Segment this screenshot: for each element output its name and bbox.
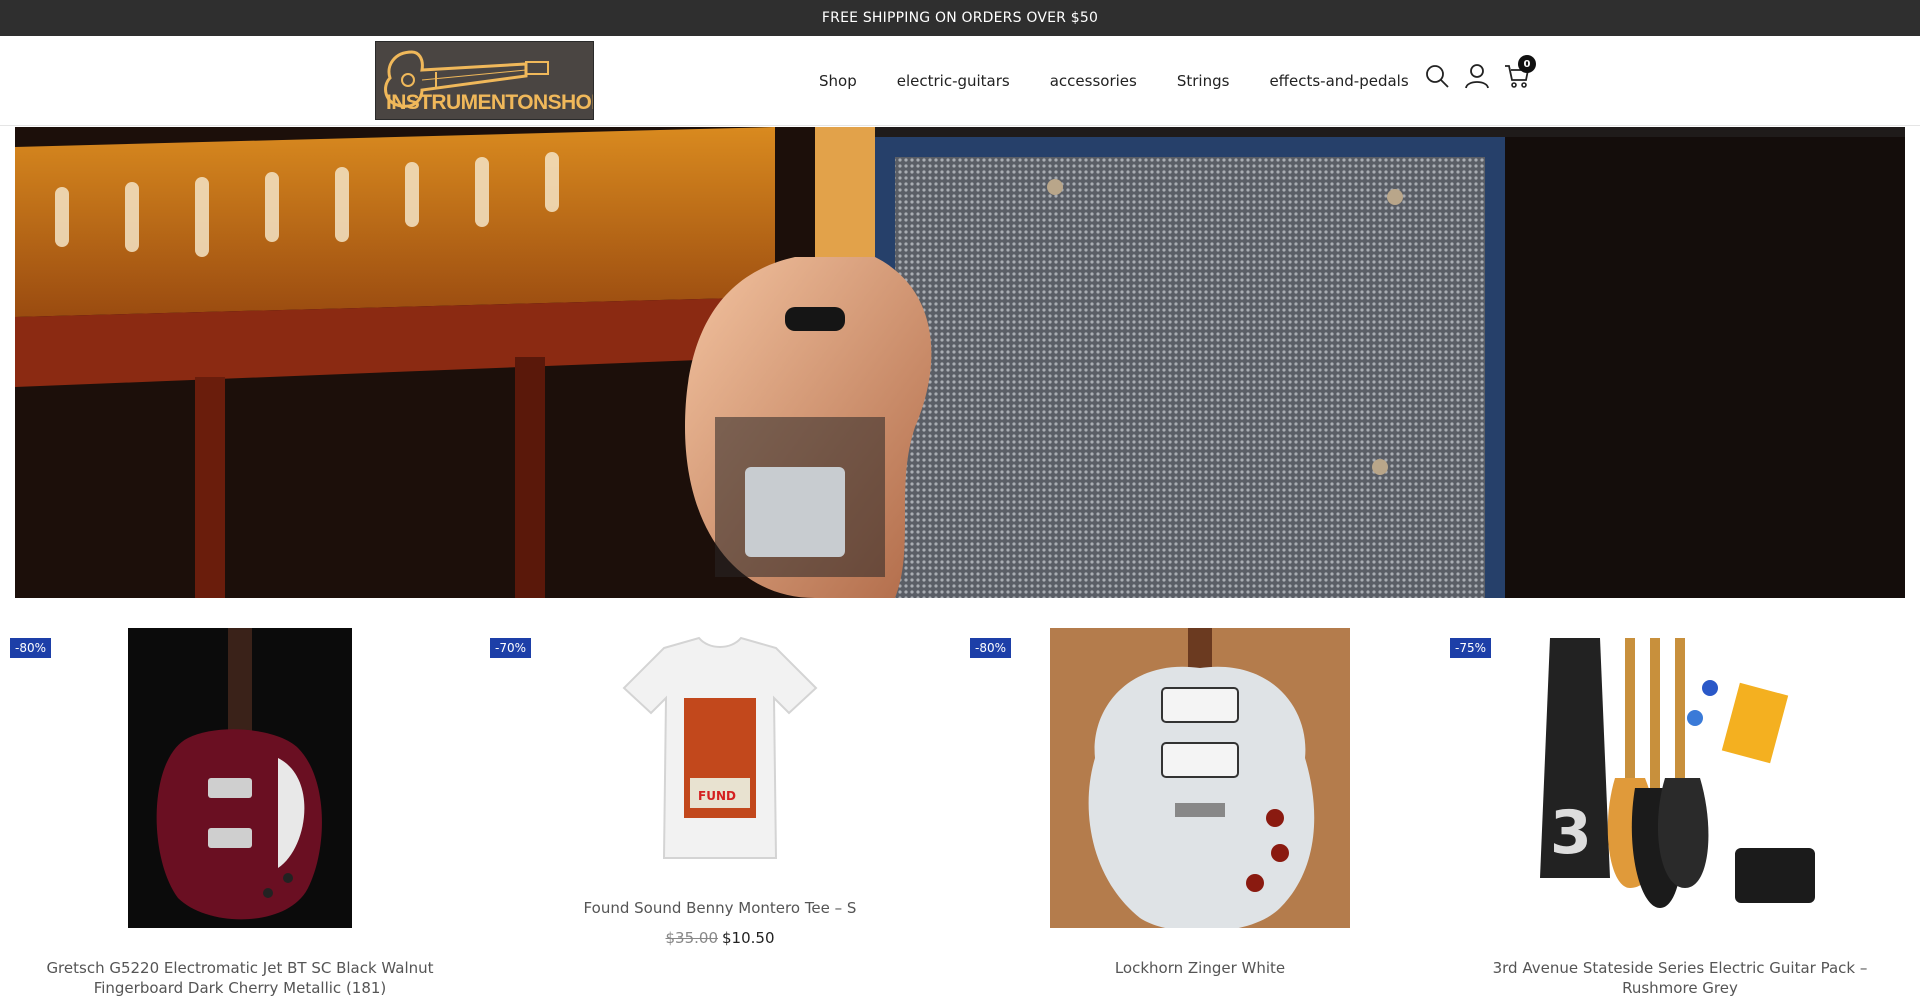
discount-badge: -75% [1450,638,1492,658]
product-card[interactable]: -70% FUND Found Sound Benny Montero Tee … [480,598,960,993]
nav-item-strings[interactable]: Strings [1177,72,1230,90]
product-title[interactable]: 3rd Avenue Stateside Series Electric Gui… [1460,958,1900,998]
product-grid: -80% Gretsch G5220 Electromatic Jet BT S… [0,598,1920,997]
nav-item-effects-and-pedals[interactable]: effects-and-pedals [1269,72,1408,90]
product-card[interactable]: -80% Gretsch G5220 Electromatic Jet BT S… [0,598,480,997]
product-card[interactable]: -75% 3 3rd Avenue Stateside Series Elect… [1440,598,1920,997]
cart-button[interactable]: 0 [1504,55,1536,89]
nav-item-accessories[interactable]: accessories [1050,72,1137,90]
announcement-text: FREE SHIPPING ON ORDERS OVER $50 [821,10,1099,26]
product-image[interactable] [128,628,352,928]
svg-text:FUND: FUND [698,789,736,803]
main-nav: Shop electric-guitars accessories String… [819,72,1409,90]
product-image[interactable] [1050,628,1350,928]
discount-badge: -80% [970,638,1012,658]
hero-banner[interactable] [15,127,1905,598]
announcement-bar: FREE SHIPPING ON ORDERS OVER $50 [0,0,1920,36]
svg-text:3: 3 [1550,798,1592,868]
product-card[interactable]: -80% Lockhorn Zinger White [960,598,1440,993]
tshirt-image: FUND [622,636,818,859]
white-guitar-image [1088,628,1315,928]
old-price: $35.00 [665,929,719,947]
search-icon [1426,65,1449,88]
product-image[interactable]: 3 [1530,628,1830,928]
product-title[interactable]: Lockhorn Zinger White [980,958,1420,978]
account-button[interactable] [1464,63,1490,89]
search-button[interactable] [1424,63,1450,89]
header-icons: 0 [1424,55,1536,89]
user-icon [1465,64,1489,89]
product-image[interactable]: FUND [604,628,836,878]
guitar-pack-image: 3 [1540,638,1815,908]
sale-price: $10.50 [722,929,775,947]
logo-text: INSTRUMENTONSHOP [386,91,594,114]
cart-count-badge: 0 [1518,55,1536,73]
product-title[interactable]: Gretsch G5220 Electromatic Jet BT SC Bla… [20,958,460,998]
site-logo[interactable]: INSTRUMENTONSHOP [375,41,594,120]
site-header: INSTRUMENTONSHOP Shop electric-guitars a… [0,36,1920,126]
hero-guitar-amp-image [15,127,1905,598]
product-price: $35.00 $10.50 [500,929,940,947]
discount-badge: -70% [490,638,532,658]
discount-badge: -80% [10,638,52,658]
product-title[interactable]: Found Sound Benny Montero Tee – S [500,898,940,918]
nav-item-electric-guitars[interactable]: electric-guitars [897,72,1010,90]
nav-item-shop[interactable]: Shop [819,72,857,90]
gretsch-guitar-image [156,628,322,920]
